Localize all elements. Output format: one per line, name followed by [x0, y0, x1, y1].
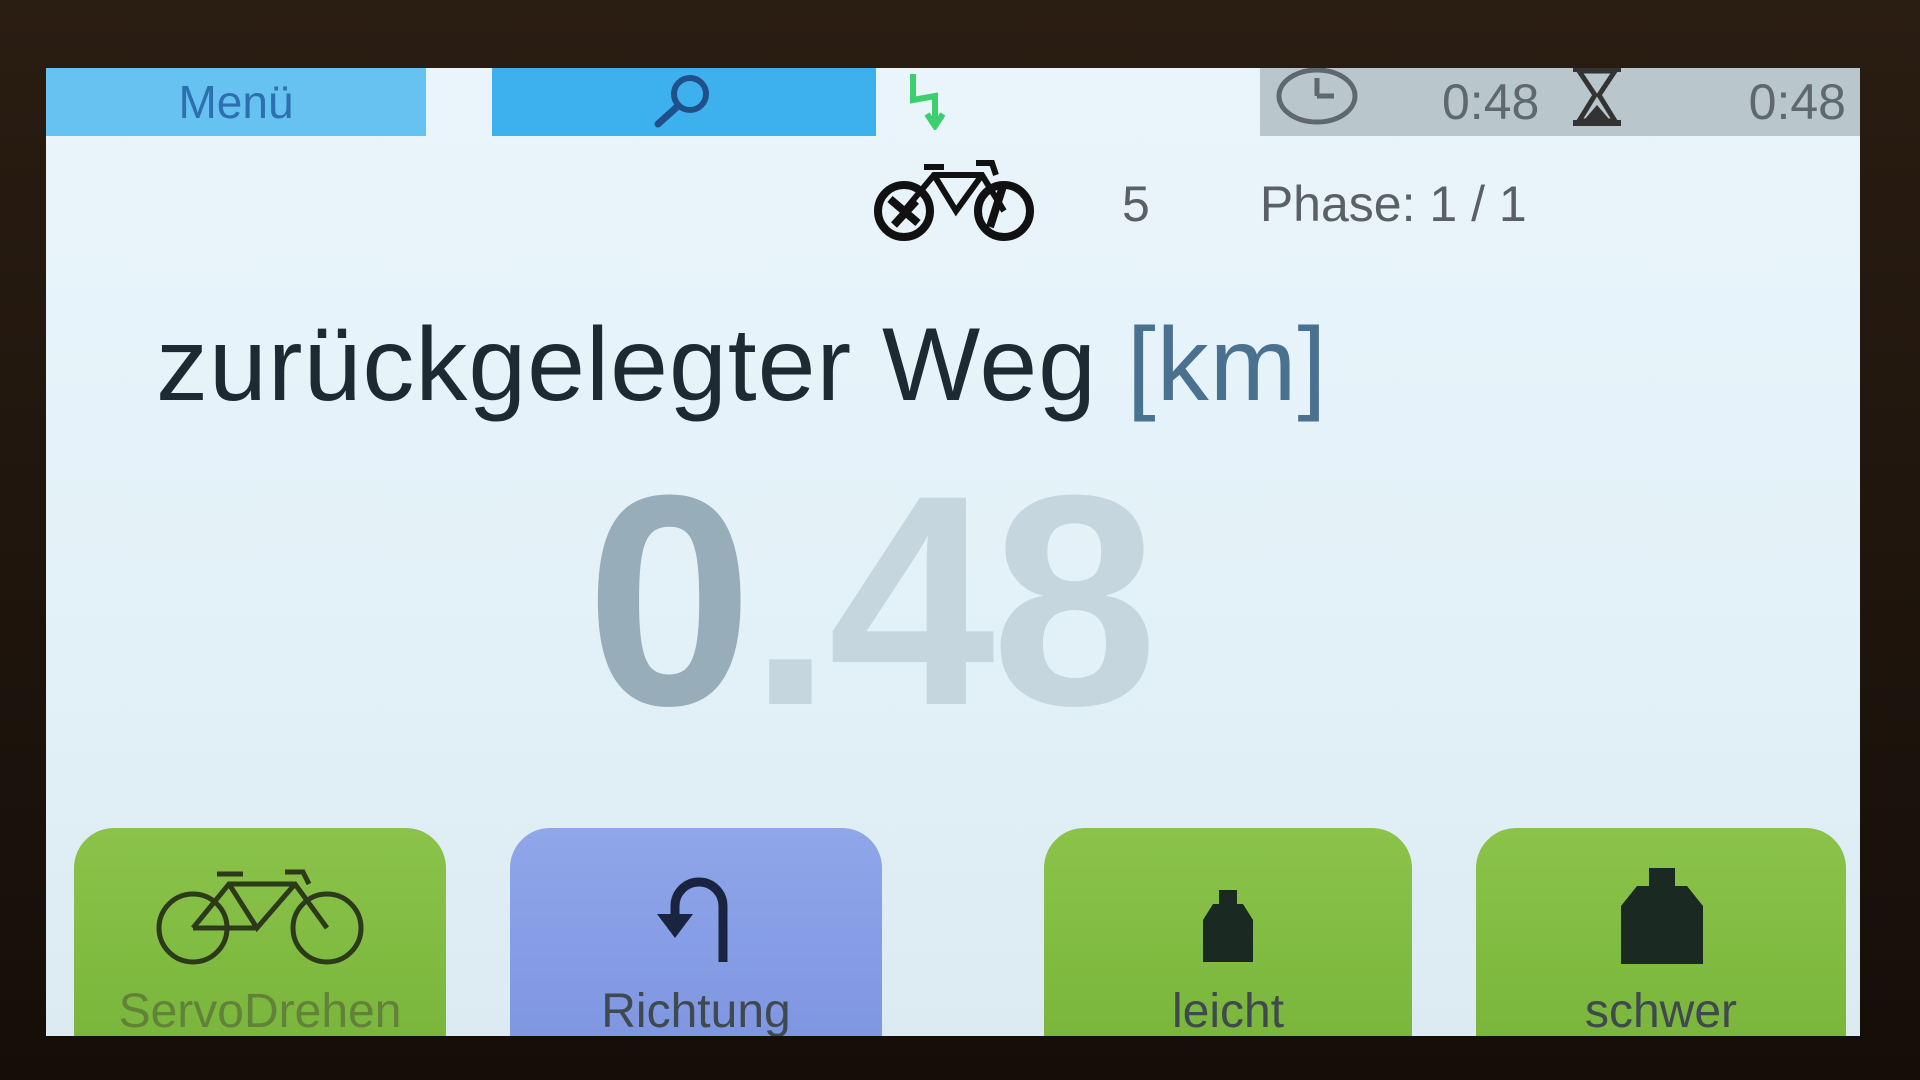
distance-value-integer: 0	[586, 432, 753, 768]
participant-count: 5	[1122, 176, 1150, 232]
lightning-icon	[901, 70, 951, 135]
distance-value: 0.48	[586, 450, 1158, 750]
servo-rotate-label: ServoDrehen	[118, 985, 402, 1036]
elapsed-time: 0:48	[1442, 74, 1540, 130]
clock-icon	[1272, 68, 1362, 138]
menu-button-label: Menü	[178, 76, 294, 128]
menu-button[interactable]: Menü	[46, 68, 426, 136]
light-label: leicht	[1171, 985, 1285, 1036]
measurement-label: zurückgelegter Weg	[156, 307, 1097, 423]
light-button[interactable]: leicht	[1044, 828, 1412, 1036]
phase-indicator: Phase: 1 / 1	[1259, 176, 1527, 232]
direction-label: Richtung	[601, 985, 791, 1036]
timer-panel: 0:48 0:48	[1260, 68, 1860, 136]
direction-button[interactable]: Richtung	[510, 828, 882, 1036]
measurement-title: zurückgelegter Weg [km]	[156, 306, 1327, 425]
power-indicator	[896, 68, 956, 136]
search-icon	[644, 70, 724, 135]
large-weight-icon	[1611, 846, 1711, 966]
hourglass-icon	[1569, 68, 1625, 139]
search-button[interactable]	[492, 68, 876, 136]
heavy-button[interactable]: schwer	[1476, 828, 1846, 1036]
stats-row: 5 Phase: 1 / 1	[864, 156, 1527, 252]
small-weight-icon	[1193, 846, 1263, 966]
turn-arrow-icon	[651, 846, 741, 966]
measurement-unit: [km]	[1126, 307, 1328, 423]
bike-icon	[864, 153, 1044, 255]
bicycle-icon	[145, 846, 375, 966]
distance-value-decimal: .48	[748, 432, 1158, 768]
remaining-time: 0:48	[1748, 74, 1846, 130]
servo-rotate-button[interactable]: ServoDrehen	[74, 828, 446, 1036]
touch-screen: Menü 0:48 0:48 5 Phase: 1 / 1 zurückgele…	[46, 68, 1860, 1036]
heavy-label: schwer	[1584, 985, 1738, 1036]
